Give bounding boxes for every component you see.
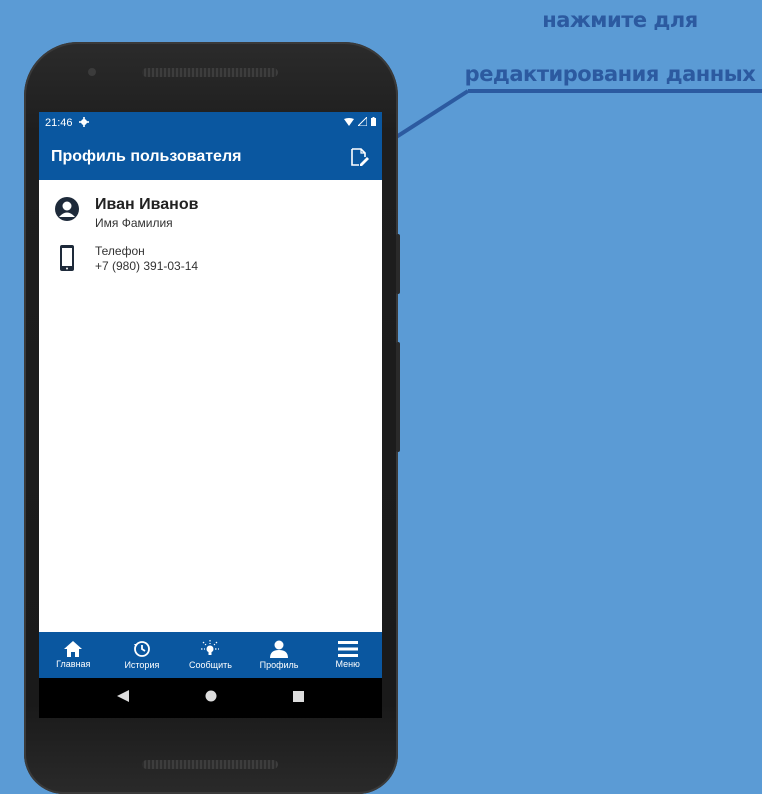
bottom-speaker [142,760,278,769]
page-title: Профиль пользователя [51,148,242,165]
battery-icon [371,117,376,129]
nav-label-history: История [124,660,160,670]
history-icon [133,641,150,657]
nav-item-home[interactable]: Главная [39,632,108,678]
phone-value: +7 (980) 391-03-14 [95,259,199,273]
nav-label-home: Главная [56,659,91,669]
person-circle-icon [53,196,81,222]
home-icon [64,641,83,657]
wifi-icon [344,117,354,129]
nav-item-menu[interactable]: Меню [313,632,382,678]
edit-icon [351,148,369,166]
home-circle-icon [205,690,217,702]
nav-item-report[interactable]: Сообщить [176,632,245,678]
callout-text-line2: редактирования данных [464,62,756,86]
profile-phone-row: Телефон +7 (980) 391-03-14 [39,244,382,273]
power-button [396,234,400,294]
edit-profile-button[interactable] [348,146,370,168]
person-icon [270,640,289,658]
home-button[interactable] [205,689,217,707]
settings-icon [78,116,89,130]
front-camera [88,68,96,76]
phone-screen: 21:46 Профиль пользователя Иван Иванов И… [39,112,382,718]
user-name-caption: Имя Фамилия [95,216,173,230]
status-time: 21:46 [45,117,73,129]
nav-label-profile: Профиль [259,660,299,670]
recents-button[interactable] [293,689,304,707]
system-navigation-bar [39,678,382,718]
profile-name-row: Иван Иванов Имя Фамилия [39,196,382,230]
phone-label: Телефон [95,244,145,258]
nav-label-report: Сообщить [189,660,232,670]
app-bar: Профиль пользователя [39,134,382,180]
nav-item-profile[interactable]: Профиль [245,632,314,678]
signal-icon [356,115,368,129]
callout-text-line1: нажмите для [542,8,698,32]
top-speaker [142,68,278,77]
lightbulb-icon [201,640,220,655]
volume-button [396,342,400,452]
nav-label-menu: Меню [335,659,360,669]
profile-content: Иван Иванов Имя Фамилия Телефон +7 (980)… [39,180,382,273]
user-name: Иван Иванов [95,196,199,213]
back-button[interactable] [117,689,129,707]
back-triangle-icon [117,690,129,702]
phone-icon [53,244,81,272]
bottom-navigation: Главная История Сообщить Профиль Меню [39,632,382,678]
menu-icon [337,641,358,657]
phone-frame: 21:46 Профиль пользователя Иван Иванов И… [24,42,400,794]
status-bar: 21:46 [39,112,382,134]
recents-square-icon [293,691,304,702]
nav-item-history[interactable]: История [108,632,177,678]
